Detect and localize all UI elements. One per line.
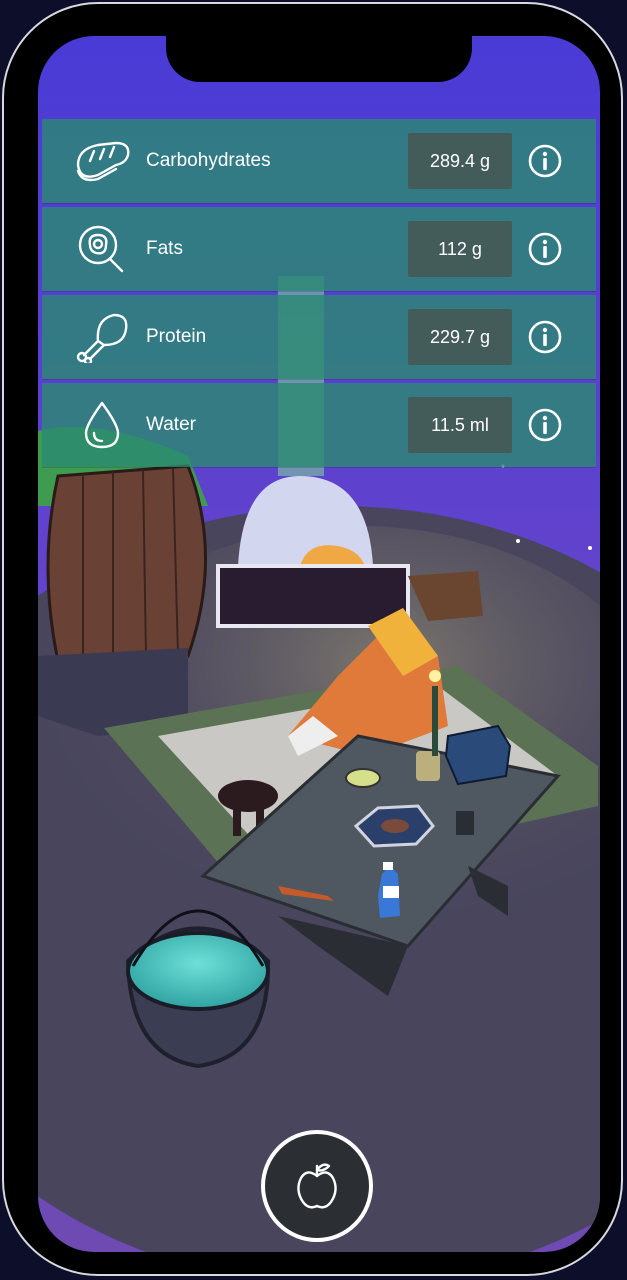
nutrient-value: 289.4 g — [408, 133, 512, 189]
nutrient-label: Carbohydrates — [146, 150, 271, 171]
nutrient-value: 11.5 ml — [408, 397, 512, 453]
pot — [444, 724, 512, 786]
fried-egg-icon — [78, 225, 124, 273]
nutrient-label: Protein — [146, 326, 207, 347]
app-screen: Carbohydrates 289.4 g Fats 112 g Protein… — [38, 36, 600, 1252]
bread-icon — [76, 141, 130, 182]
food-button[interactable] — [261, 1130, 373, 1242]
nutrient-row-carbohydrates: Carbohydrates 289.4 g — [42, 119, 596, 203]
water-drop-icon — [84, 401, 120, 449]
candle — [432, 686, 438, 756]
phone-frame: Carbohydrates 289.4 g Fats 112 g Protein… — [2, 2, 623, 1276]
nutrient-list: Carbohydrates 289.4 g Fats 112 g Protein… — [42, 119, 596, 471]
mug — [456, 811, 474, 835]
drumstick-icon — [76, 313, 128, 363]
info-icon[interactable] — [528, 408, 562, 442]
nutrient-label: Water — [146, 414, 196, 435]
barrel — [46, 464, 207, 663]
info-icon[interactable] — [528, 144, 562, 178]
info-icon[interactable] — [528, 320, 562, 354]
bowl — [345, 768, 381, 788]
nutrient-value: 229.7 g — [408, 309, 512, 365]
nutrient-value: 112 g — [408, 221, 512, 277]
nutrient-label: Fats — [146, 238, 183, 259]
info-icon[interactable] — [528, 232, 562, 266]
phone-notch — [166, 36, 472, 82]
nutrient-row-water: Water 11.5 ml — [42, 383, 596, 467]
nutrient-row-protein: Protein 229.7 g — [42, 295, 596, 379]
stool — [218, 780, 278, 812]
nutrient-row-fats: Fats 112 g — [42, 207, 596, 291]
apple-icon — [297, 1163, 337, 1209]
